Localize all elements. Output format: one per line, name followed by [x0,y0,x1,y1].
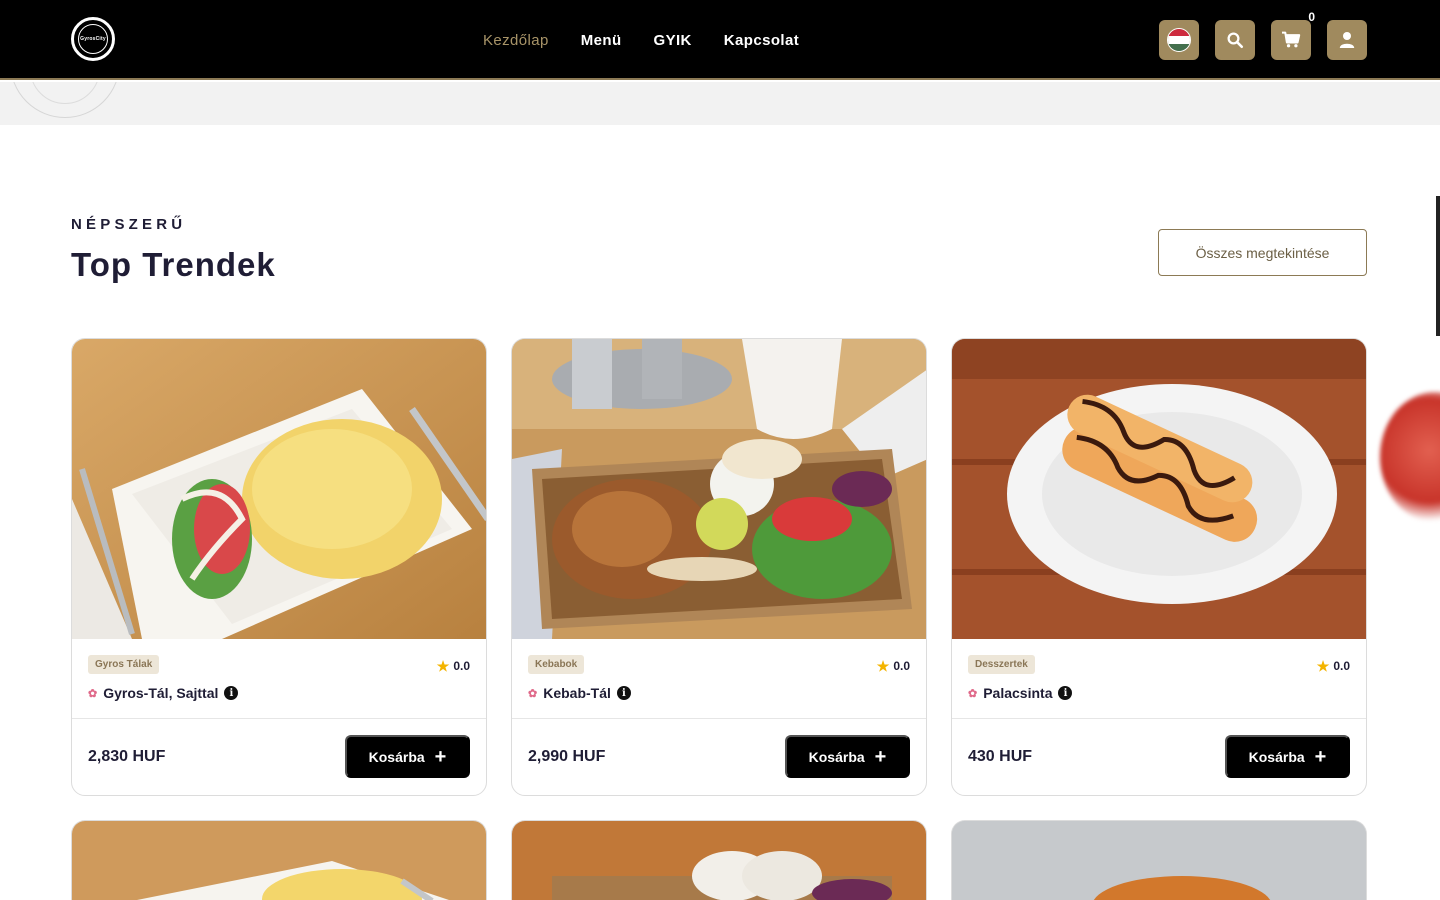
cart-count-badge: 0 [1308,10,1315,24]
star-icon: ★ [436,658,450,674]
cart-button[interactable]: 0 [1271,10,1315,60]
product-card[interactable]: Gyros Tálak ★ 0.0 ✿ Gyros-Tál, Sajttal i… [71,338,487,796]
search-button[interactable] [1215,20,1255,60]
rating: ★ 0.0 [1317,659,1350,673]
section-title: Top Trendek [71,246,276,283]
rating-value: 0.0 [1333,659,1350,673]
pancake-plate-image [952,339,1366,639]
kebab-box-image [512,339,926,639]
product-footer: 430 HUF Kosárba + [952,719,1366,795]
add-to-cart-label: Kosárba [368,748,425,765]
rating-value: 0.0 [893,659,910,673]
product-info: Desszertek ★ 0.0 ✿ Palacsinta i [952,639,1366,719]
product-info: Kebabok ★ 0.0 ✿ Kebab-Tál i [512,639,926,719]
product-price: 430 HUF [968,748,1033,765]
header-actions: 0 [1159,10,1367,60]
plus-icon: + [1314,745,1327,768]
info-icon[interactable]: i [224,686,239,700]
gyros-plate-image [72,339,486,639]
product-card[interactable]: Desszertek ★ 0.0 ✿ Palacsinta i 430 HUF … [951,338,1367,796]
scrollbar-thumb[interactable] [1436,196,1440,336]
product-image [512,821,926,900]
info-icon[interactable]: i [1058,686,1073,700]
rating: ★ 0.0 [877,659,910,673]
product-name-row: ✿ Palacsinta i [968,685,1073,701]
logo-ring: GyrosCity [78,24,108,54]
breadcrumb-banner [0,82,1440,125]
category-badge[interactable]: Kebabok [528,655,585,674]
product-card[interactable] [511,820,927,900]
cart-icon [1282,31,1301,48]
user-icon [1339,32,1355,48]
hungary-flag-icon [1167,28,1191,52]
decorative-apple [1380,392,1440,522]
language-button[interactable] [1159,20,1199,60]
category-badge[interactable]: Desszertek [968,655,1035,674]
product-image[interactable] [72,339,486,639]
section-eyebrow: NÉPSZERŰ [71,216,187,233]
account-button[interactable] [1327,20,1367,60]
add-to-cart-label: Kosárba [1248,748,1305,765]
product-image[interactable] [952,339,1366,639]
product-info: Gyros Tálak ★ 0.0 ✿ Gyros-Tál, Sajttal i [72,639,486,719]
product-price: 2,830 HUF [88,748,166,765]
product-name[interactable]: Kebab-Tál [543,685,611,701]
nav-contact[interactable]: Kapcsolat [724,32,799,49]
info-icon[interactable]: i [616,686,631,700]
product-name-row: ✿ Gyros-Tál, Sajttal i [88,685,239,701]
main-nav: Kezdőlap Menü GYIK Kapcsolat [483,0,799,80]
product-card[interactable] [951,820,1367,900]
product-name-row: ✿ Kebab-Tál i [528,685,631,701]
add-to-cart-button[interactable]: Kosárba + [1225,735,1350,778]
product-image [952,821,1366,900]
nav-faq[interactable]: GYIK [654,32,692,49]
product-image [72,821,486,900]
site-header: GyrosCity Kezdőlap Menü GYIK Kapcsolat 0 [0,0,1440,80]
logo-text: GyrosCity [80,36,106,42]
product-card[interactable] [71,820,487,900]
rating: ★ 0.0 [437,659,470,673]
add-to-cart-button[interactable]: Kosárba + [345,735,470,778]
rating-value: 0.0 [453,659,470,673]
product-name[interactable]: Gyros-Tál, Sajttal [103,685,218,701]
product-name[interactable]: Palacsinta [983,685,1052,701]
plus-icon: + [874,745,887,768]
add-to-cart-label: Kosárba [808,748,865,765]
product-footer: 2,990 HUF Kosárba + [512,719,926,795]
product-image[interactable] [512,339,926,639]
add-to-cart-button[interactable]: Kosárba + [785,735,910,778]
brand-logo[interactable]: GyrosCity [71,17,115,61]
star-icon: ★ [1316,658,1330,674]
product-footer: 2,830 HUF Kosárba + [72,719,486,795]
star-icon: ★ [876,658,890,674]
spicy-icon: ✿ [528,687,538,700]
search-icon [1227,32,1244,49]
spicy-icon: ✿ [88,687,98,700]
product-price: 2,990 HUF [528,748,606,765]
nav-menu[interactable]: Menü [581,32,622,49]
plus-icon: + [434,745,447,768]
view-all-button[interactable]: Összes megtekintése [1158,229,1367,276]
product-card[interactable]: Kebabok ★ 0.0 ✿ Kebab-Tál i 2,990 HUF Ko… [511,338,927,796]
category-badge[interactable]: Gyros Tálak [88,655,160,674]
spicy-icon: ✿ [968,687,978,700]
nav-home[interactable]: Kezdőlap [483,32,549,49]
